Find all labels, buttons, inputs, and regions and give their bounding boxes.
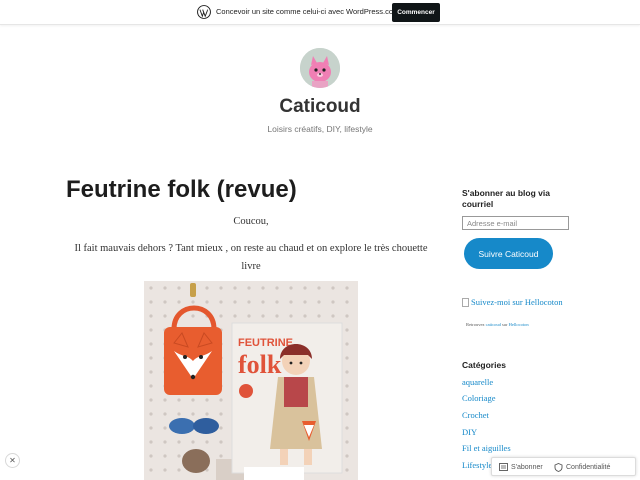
post-title[interactable]: Feutrine folk (revue)	[66, 176, 297, 204]
subscribe-action-label: S'abonner	[511, 463, 543, 471]
book-title-line1: FEUTRINE	[238, 337, 293, 349]
shield-icon	[554, 463, 563, 472]
wordpress-logo-icon[interactable]	[197, 5, 211, 19]
avatar[interactable]	[300, 48, 340, 88]
wordpress-banner-text[interactable]: Concevoir un site comme celui-ci avec Wo…	[216, 7, 399, 16]
pink-fox-avatar-icon	[300, 48, 340, 88]
categories-heading: Catégories	[462, 360, 506, 370]
email-field[interactable]	[462, 216, 569, 230]
post-paragraph: Il fait mauvais dehors ? Tant mieux , on…	[74, 243, 428, 272]
broken-image-icon	[462, 297, 469, 307]
start-button[interactable]: Commencer	[392, 3, 440, 22]
wordpress-banner: Concevoir un site comme celui-ci avec Wo…	[0, 0, 640, 25]
site-title[interactable]: Caticoud	[0, 96, 640, 118]
book-title-line2: folk	[238, 350, 282, 379]
close-icon[interactable]: ✕	[5, 453, 20, 468]
follow-button[interactable]: Suivre Caticoud	[464, 238, 553, 269]
felt-book-photo: FEUTRINE folk	[144, 281, 358, 480]
privacy-action[interactable]: Confidentialité	[554, 463, 610, 472]
category-link-lifestyle[interactable]: Lifestyle	[462, 460, 492, 470]
hellocoton-image-alt: Suivez-moi sur Hellocoton	[471, 297, 563, 307]
hellocoton-user-link[interactable]: caticoud	[486, 322, 501, 327]
hellocoton-caption: Retrouvez caticoud sur Hellocoton	[466, 322, 529, 327]
category-link-coloriage[interactable]: Coloriage	[462, 393, 496, 403]
hellocoton-link[interactable]: Hellocoton	[509, 322, 529, 327]
hellocoton-caption-mid: sur	[500, 322, 509, 327]
hellocoton-image-link[interactable]: Suivez-moi sur Hellocoton	[462, 297, 563, 307]
subscribe-heading: S'abonner au blog via courriel	[462, 188, 550, 209]
action-bar: S'abonner Confidentialité	[491, 457, 636, 476]
reader-icon	[499, 463, 508, 471]
post-greeting: Coucou,	[233, 216, 269, 227]
site-tagline: Loisirs créatifs, DIY, lifestyle	[267, 124, 373, 134]
category-link-diy[interactable]: DIY	[462, 427, 477, 437]
subscribe-action[interactable]: S'abonner	[499, 463, 543, 471]
category-link-crochet[interactable]: Crochet	[462, 410, 489, 420]
category-link-fil-et-aiguilles[interactable]: Fil et aiguilles	[462, 443, 511, 453]
hellocoton-caption-prefix: Retrouvez	[466, 322, 486, 327]
privacy-action-label: Confidentialité	[566, 464, 611, 471]
post-image[interactable]: FEUTRINE folk	[144, 281, 358, 480]
category-link-aquarelle[interactable]: aquarelle	[462, 377, 493, 387]
